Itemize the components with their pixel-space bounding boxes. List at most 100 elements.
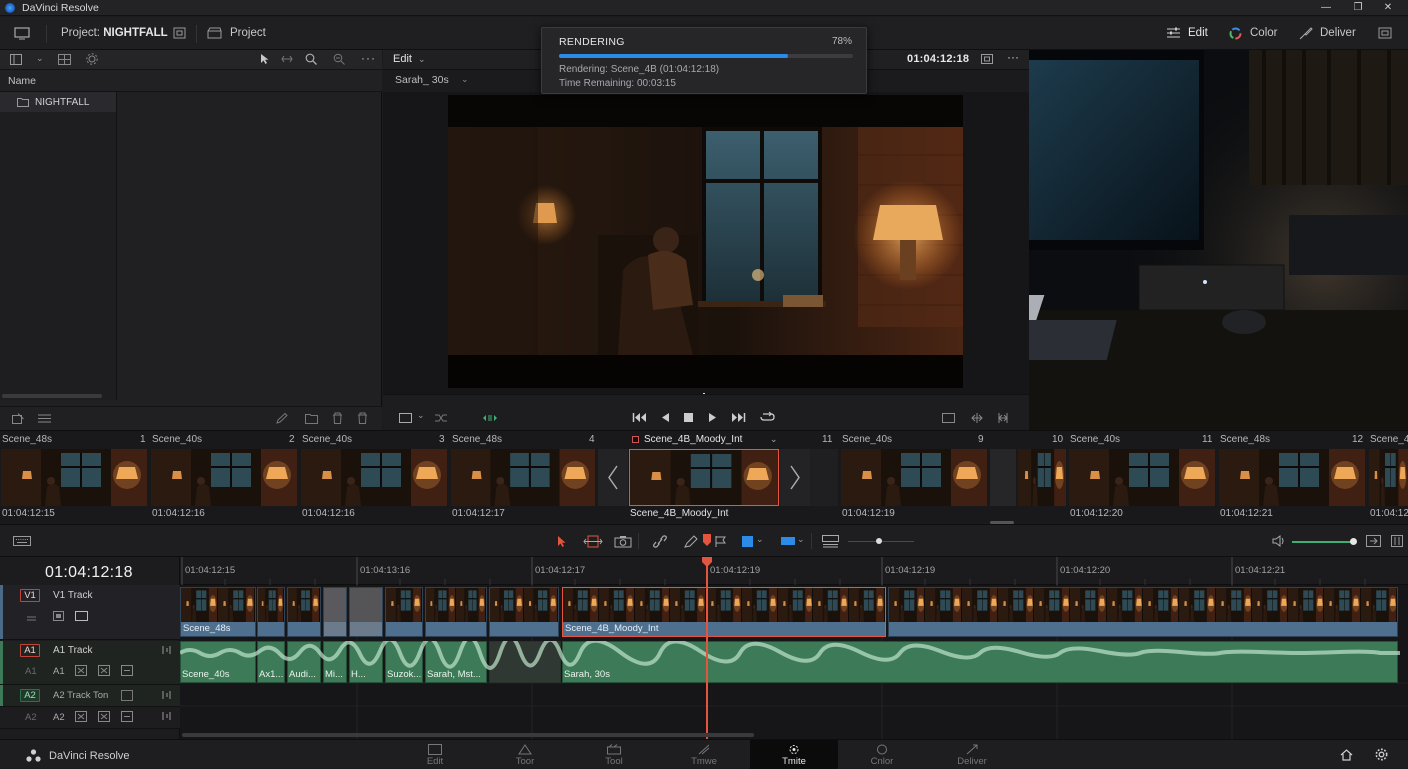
viewer-size-icon[interactable] [399, 413, 412, 423]
viewer-clip-name[interactable]: Sarah_ 30s [395, 74, 449, 86]
stop-icon[interactable] [683, 412, 694, 423]
blade-tool-icon[interactable] [684, 535, 698, 548]
a1-destination-tag[interactable]: A1 [20, 644, 40, 657]
a2-source-tag[interactable]: A2 [25, 712, 37, 723]
viewer-mode-select[interactable]: Edit ⌄ [393, 53, 426, 65]
strip-next-button[interactable] [780, 449, 810, 506]
volume-slider-handle[interactable] [1350, 538, 1357, 545]
new-bin-icon[interactable] [12, 413, 24, 424]
track-name-a2[interactable]: A2 Track Ton [53, 690, 108, 701]
video-clip-selected[interactable]: Scene_4B_Moody_Int [562, 587, 886, 637]
volume-slider-track[interactable] [1292, 541, 1354, 543]
video-clip[interactable] [323, 587, 347, 637]
clip-thumb[interactable]: Scene_4 12 01:04:12 [1352, 431, 1408, 524]
page-tab-toor[interactable]: Toor [481, 740, 569, 769]
video-clip[interactable]: Scene_48s [180, 587, 256, 637]
clip-thumb[interactable]: Scene_40s 2 01:04:12:16 [150, 431, 300, 524]
strip-prev-button[interactable] [598, 449, 628, 506]
search-icon[interactable] [305, 53, 317, 65]
more-options-icon[interactable]: ··· [361, 51, 376, 65]
clip-thumb[interactable]: Scene_48s 1 01:04:12:15 [0, 431, 150, 524]
deliver-rocket-icon[interactable] [1299, 27, 1313, 40]
video-clip[interactable] [287, 587, 321, 637]
solo-icon[interactable] [75, 711, 87, 722]
folder-open-icon[interactable] [305, 413, 318, 424]
deliver-page-link[interactable]: Deliver [1320, 27, 1356, 39]
clip-dropdown-icon[interactable]: ⌄ [461, 74, 469, 85]
list-view-icon[interactable] [10, 54, 22, 65]
auto-select-icon[interactable] [53, 611, 64, 621]
link-icon[interactable] [652, 535, 668, 548]
record-arm-icon[interactable] [121, 665, 133, 676]
video-clip[interactable] [489, 587, 559, 637]
clip-thumb[interactable]: Scene_40s 11 01:04:12:19 [822, 431, 990, 524]
list-icon[interactable] [38, 413, 51, 424]
clip-thumb[interactable]: Scene_40s 3 01:04:12:16 [300, 431, 450, 524]
playhead[interactable] [706, 557, 708, 739]
bin-scrollbar[interactable] [2, 394, 102, 398]
zoom-out-icon[interactable] [333, 53, 345, 65]
video-clip[interactable] [385, 587, 423, 637]
clip-color-swatch[interactable] [742, 536, 753, 547]
track-link-icon[interactable] [160, 645, 172, 655]
loop-icon[interactable] [760, 411, 775, 423]
mixer-icon[interactable] [1391, 535, 1403, 547]
keyboard-icon[interactable] [13, 536, 31, 546]
audio-sync-icon[interactable] [482, 413, 498, 423]
timeline-scrollbar[interactable] [182, 733, 754, 737]
track-options-icon[interactable] [121, 690, 133, 701]
track-visibility-icon[interactable] [75, 611, 88, 621]
page-tab-tmwe[interactable]: Tmwe [660, 740, 748, 769]
video-clip[interactable] [257, 587, 285, 637]
track-color-icon[interactable] [780, 535, 796, 547]
pointer-icon[interactable] [260, 53, 270, 65]
play-reverse-icon[interactable] [661, 412, 670, 423]
edit-page-icon[interactable] [1166, 27, 1181, 39]
chevron-down-icon[interactable]: ⌄ [756, 534, 764, 545]
chevron-down-icon[interactable]: ⌄ [36, 53, 44, 64]
video-clip[interactable] [349, 587, 383, 637]
record-arm-icon[interactable] [121, 711, 133, 722]
clip-thumb-selected[interactable]: Scene_4B_Moody_Int ⌄ Scene_4B_Moody_Int [628, 431, 780, 524]
color-wheel-icon[interactable] [1229, 27, 1242, 40]
clip-thumb[interactable]: Scene_48s 4 01:04:12:17 [450, 431, 598, 524]
marker-icon[interactable] [702, 533, 712, 547]
timeline-ruler[interactable]: 01:04:12:15 01:04:13:16 01:04:12:17 01:0… [180, 557, 1408, 585]
selection-tool-icon[interactable] [557, 535, 567, 548]
trim-tool-icon[interactable] [583, 535, 603, 548]
page-tab-deliver[interactable]: Deliver [928, 740, 1016, 769]
transform-icon[interactable] [281, 54, 293, 64]
a2-destination-tag[interactable]: A2 [20, 689, 40, 702]
project-link[interactable]: Project [230, 27, 266, 39]
page-tab-edit[interactable]: Edit [391, 740, 479, 769]
page-tab-tmite[interactable]: Tmite [750, 740, 838, 769]
chevron-down-icon[interactable]: ⌄ [797, 534, 805, 545]
page-tab-cnlor[interactable]: Cnlor [838, 740, 926, 769]
timeline-view-icon[interactable] [822, 535, 839, 548]
go-to-start-icon[interactable] [632, 412, 647, 423]
color-page-link[interactable]: Color [1250, 27, 1277, 39]
a1-source-tag[interactable]: A1 [25, 666, 37, 677]
v1-destination-tag[interactable]: V1 [20, 589, 40, 602]
go-to-end-icon[interactable] [731, 412, 746, 423]
grid-view-icon[interactable] [58, 54, 71, 65]
settings-icon[interactable] [86, 53, 98, 65]
maximize-icon[interactable]: ❐ [1350, 1, 1366, 15]
viewer-layout-icon[interactable] [981, 54, 993, 64]
edit-page-link[interactable]: Edit [1188, 27, 1208, 39]
viewer-options-icon[interactable]: ··· [1007, 50, 1019, 64]
mute-icon[interactable] [98, 665, 110, 676]
mark-in-out-icon[interactable] [971, 412, 983, 424]
track-name-v1[interactable]: V1 Track [53, 590, 92, 601]
track-link-icon[interactable] [160, 711, 172, 721]
timeline-area[interactable]: 01:04:12:15 01:04:13:16 01:04:12:17 01:0… [180, 557, 1408, 739]
clip-thumb[interactable]: Scene_48s 11 01:04:12:21 [1202, 431, 1368, 524]
name-column-header[interactable]: Name [8, 75, 36, 87]
play-icon[interactable] [708, 412, 717, 423]
chevron-down-icon[interactable]: ⌄ [770, 434, 778, 445]
fullscreen-icon[interactable] [1378, 27, 1392, 39]
chevron-down-icon[interactable]: ⌄ [417, 410, 425, 421]
mute-icon[interactable] [98, 711, 110, 722]
monitor-icon[interactable] [14, 27, 30, 40]
track-name-a1[interactable]: A1 Track [53, 645, 92, 656]
